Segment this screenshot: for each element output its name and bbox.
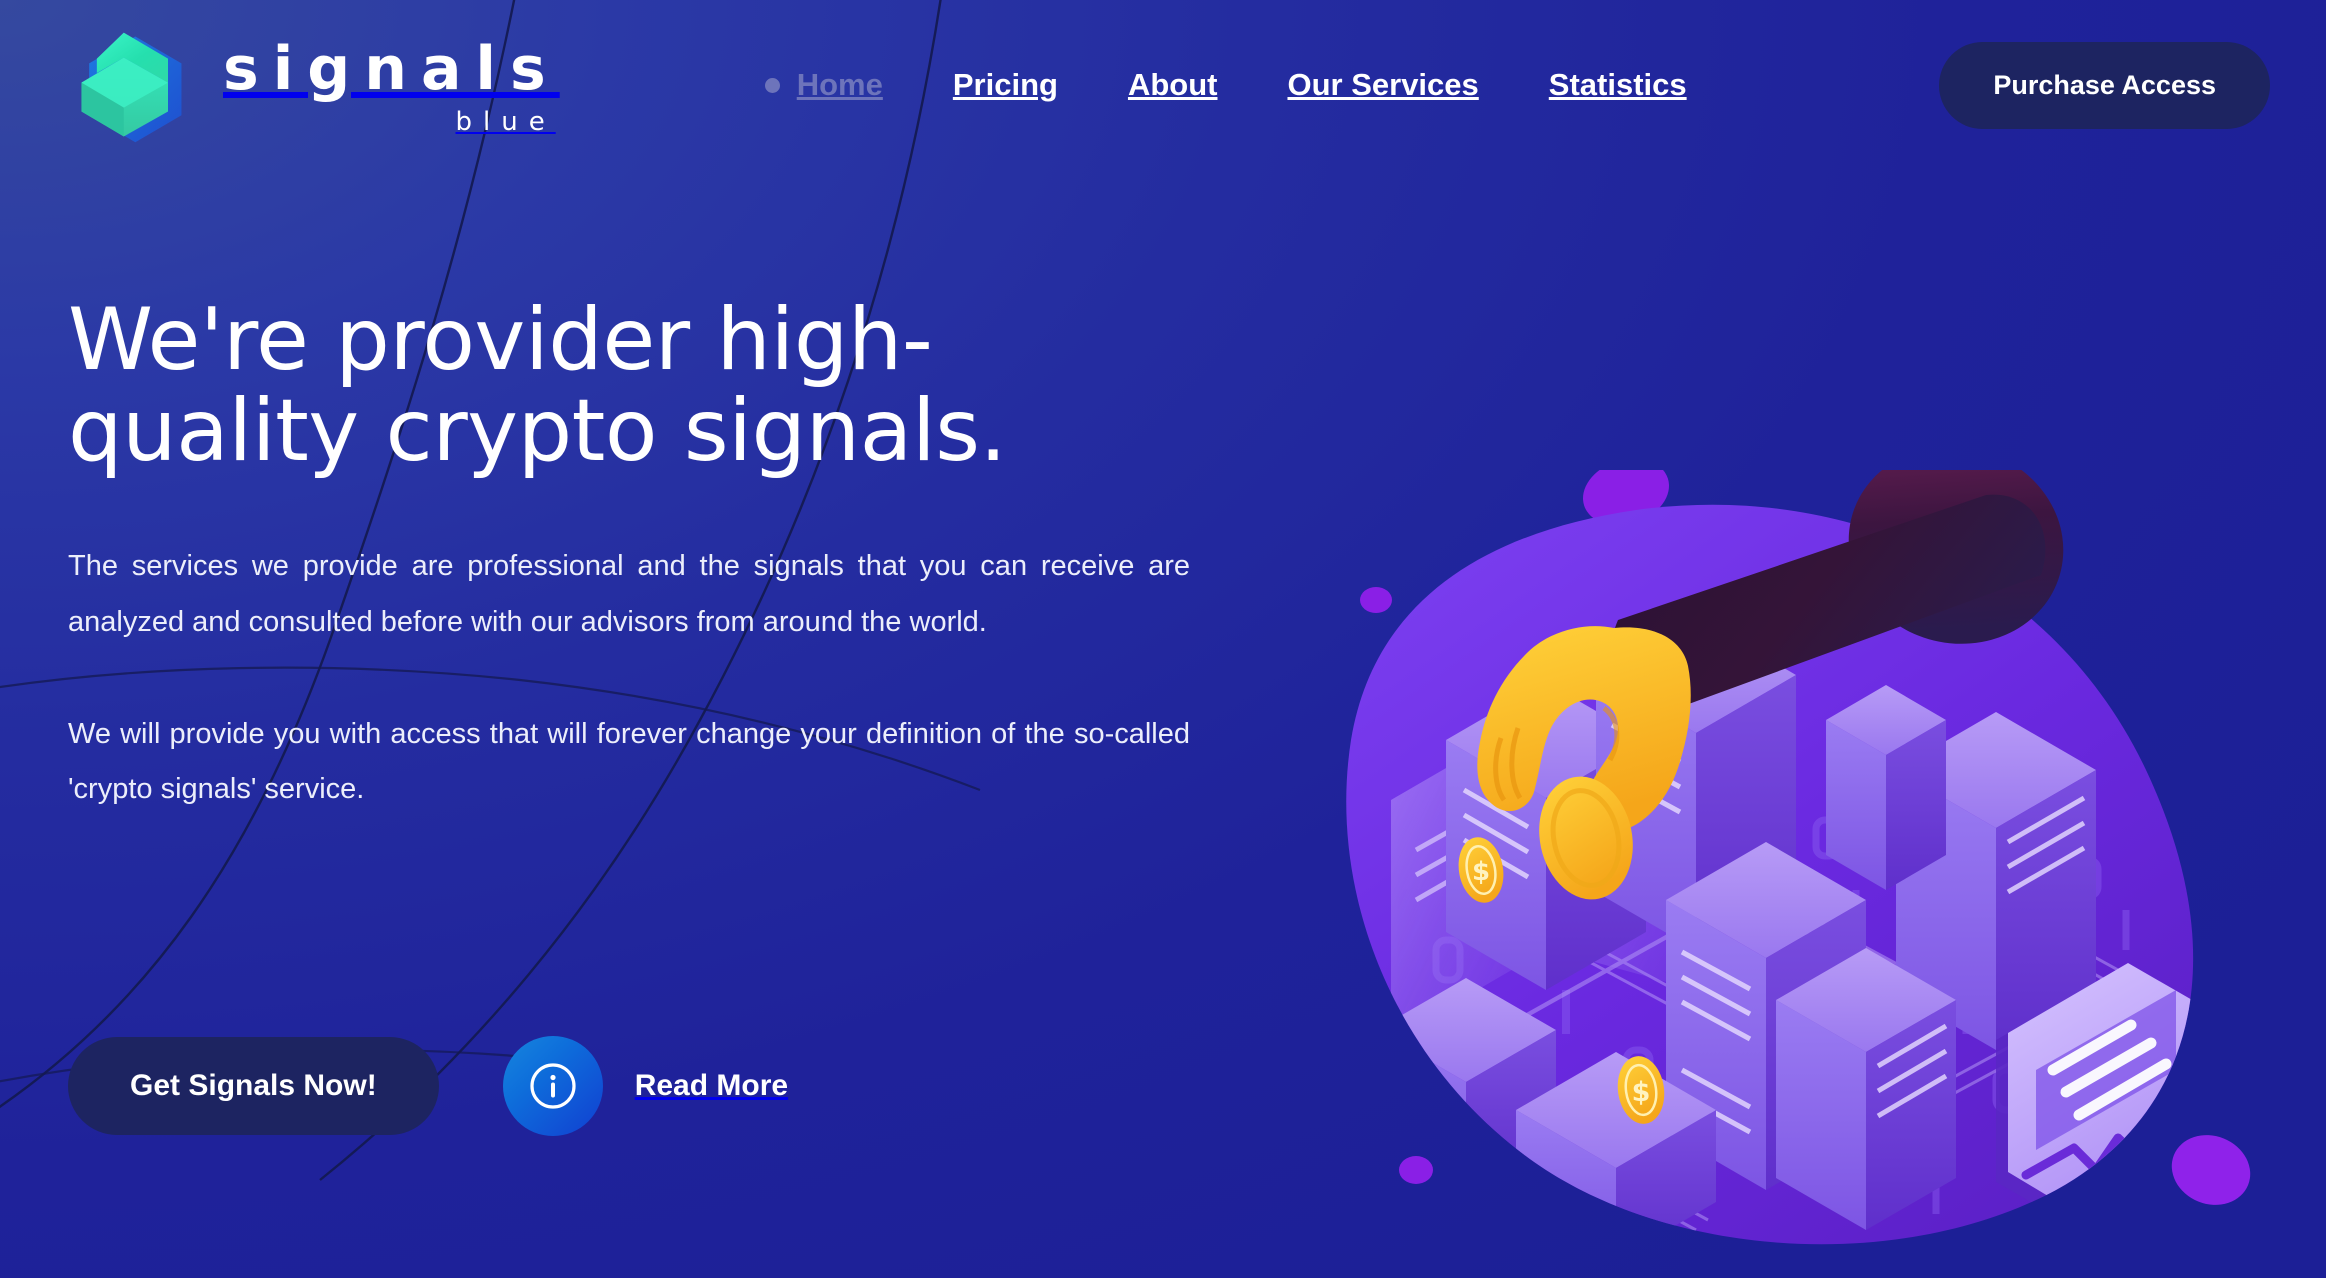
purchase-access-button[interactable]: Purchase Access — [1939, 41, 2270, 129]
nav-item-pricing[interactable]: Pricing — [953, 67, 1058, 103]
nav-item-our-services[interactable]: Our Services — [1287, 67, 1478, 103]
bullet-dot-icon — [764, 77, 780, 93]
nav-item-home-label: Home — [796, 67, 883, 102]
hero-paragraph-1: The services we provide are professional… — [68, 550, 1190, 638]
brand-name: signals — [223, 34, 560, 104]
svg-text:$: $ — [1472, 857, 1490, 887]
nav-item-home[interactable]: Home — [764, 67, 883, 103]
hexagon-cube-logo-icon — [81, 32, 182, 142]
site-header: signals blue Home Pricing About Our Serv… — [0, 0, 2326, 170]
nav-item-statistics-label: Statistics — [1548, 67, 1687, 102]
brand-subname: blue — [455, 107, 556, 137]
nav-item-about[interactable]: About — [1128, 67, 1218, 103]
read-more-link[interactable]: Read More — [502, 1036, 789, 1136]
get-signals-now-button[interactable]: Get Signals Now! — [68, 1037, 439, 1135]
hero-actions: Get Signals Now! Read More — [68, 1036, 788, 1136]
nav-item-our-services-label: Our Services — [1287, 67, 1479, 102]
nav-item-pricing-label: Pricing — [952, 67, 1058, 102]
nav-item-about-label: About — [1127, 67, 1218, 102]
nav-item-statistics[interactable]: Statistics — [1549, 67, 1687, 103]
hero-paragraph-2: We will provide you with access that wil… — [68, 717, 1190, 806]
info-circle-icon — [502, 1036, 603, 1136]
hero-copy: We're provider high-quality crypto signa… — [68, 290, 1198, 818]
decor-blob-bottomleft — [1399, 1156, 1433, 1184]
decor-blob-left — [1360, 587, 1392, 613]
brand-wordmark: signals blue — [223, 35, 560, 135]
svg-text:$: $ — [1632, 1077, 1651, 1108]
brand-logo[interactable]: signals blue — [68, 23, 560, 148]
page-title: We're provider high-quality crypto signa… — [68, 290, 1007, 482]
main-navigation: Home Pricing About Our Services Statisti… — [764, 67, 1687, 103]
decor-blob-bottomright — [2171, 1135, 2251, 1205]
hero-section: We're provider high-quality crypto signa… — [0, 170, 2326, 1278]
read-more-label: Read More — [634, 1069, 789, 1102]
crypto-city-illustration: $ $ — [1346, 470, 2251, 1245]
